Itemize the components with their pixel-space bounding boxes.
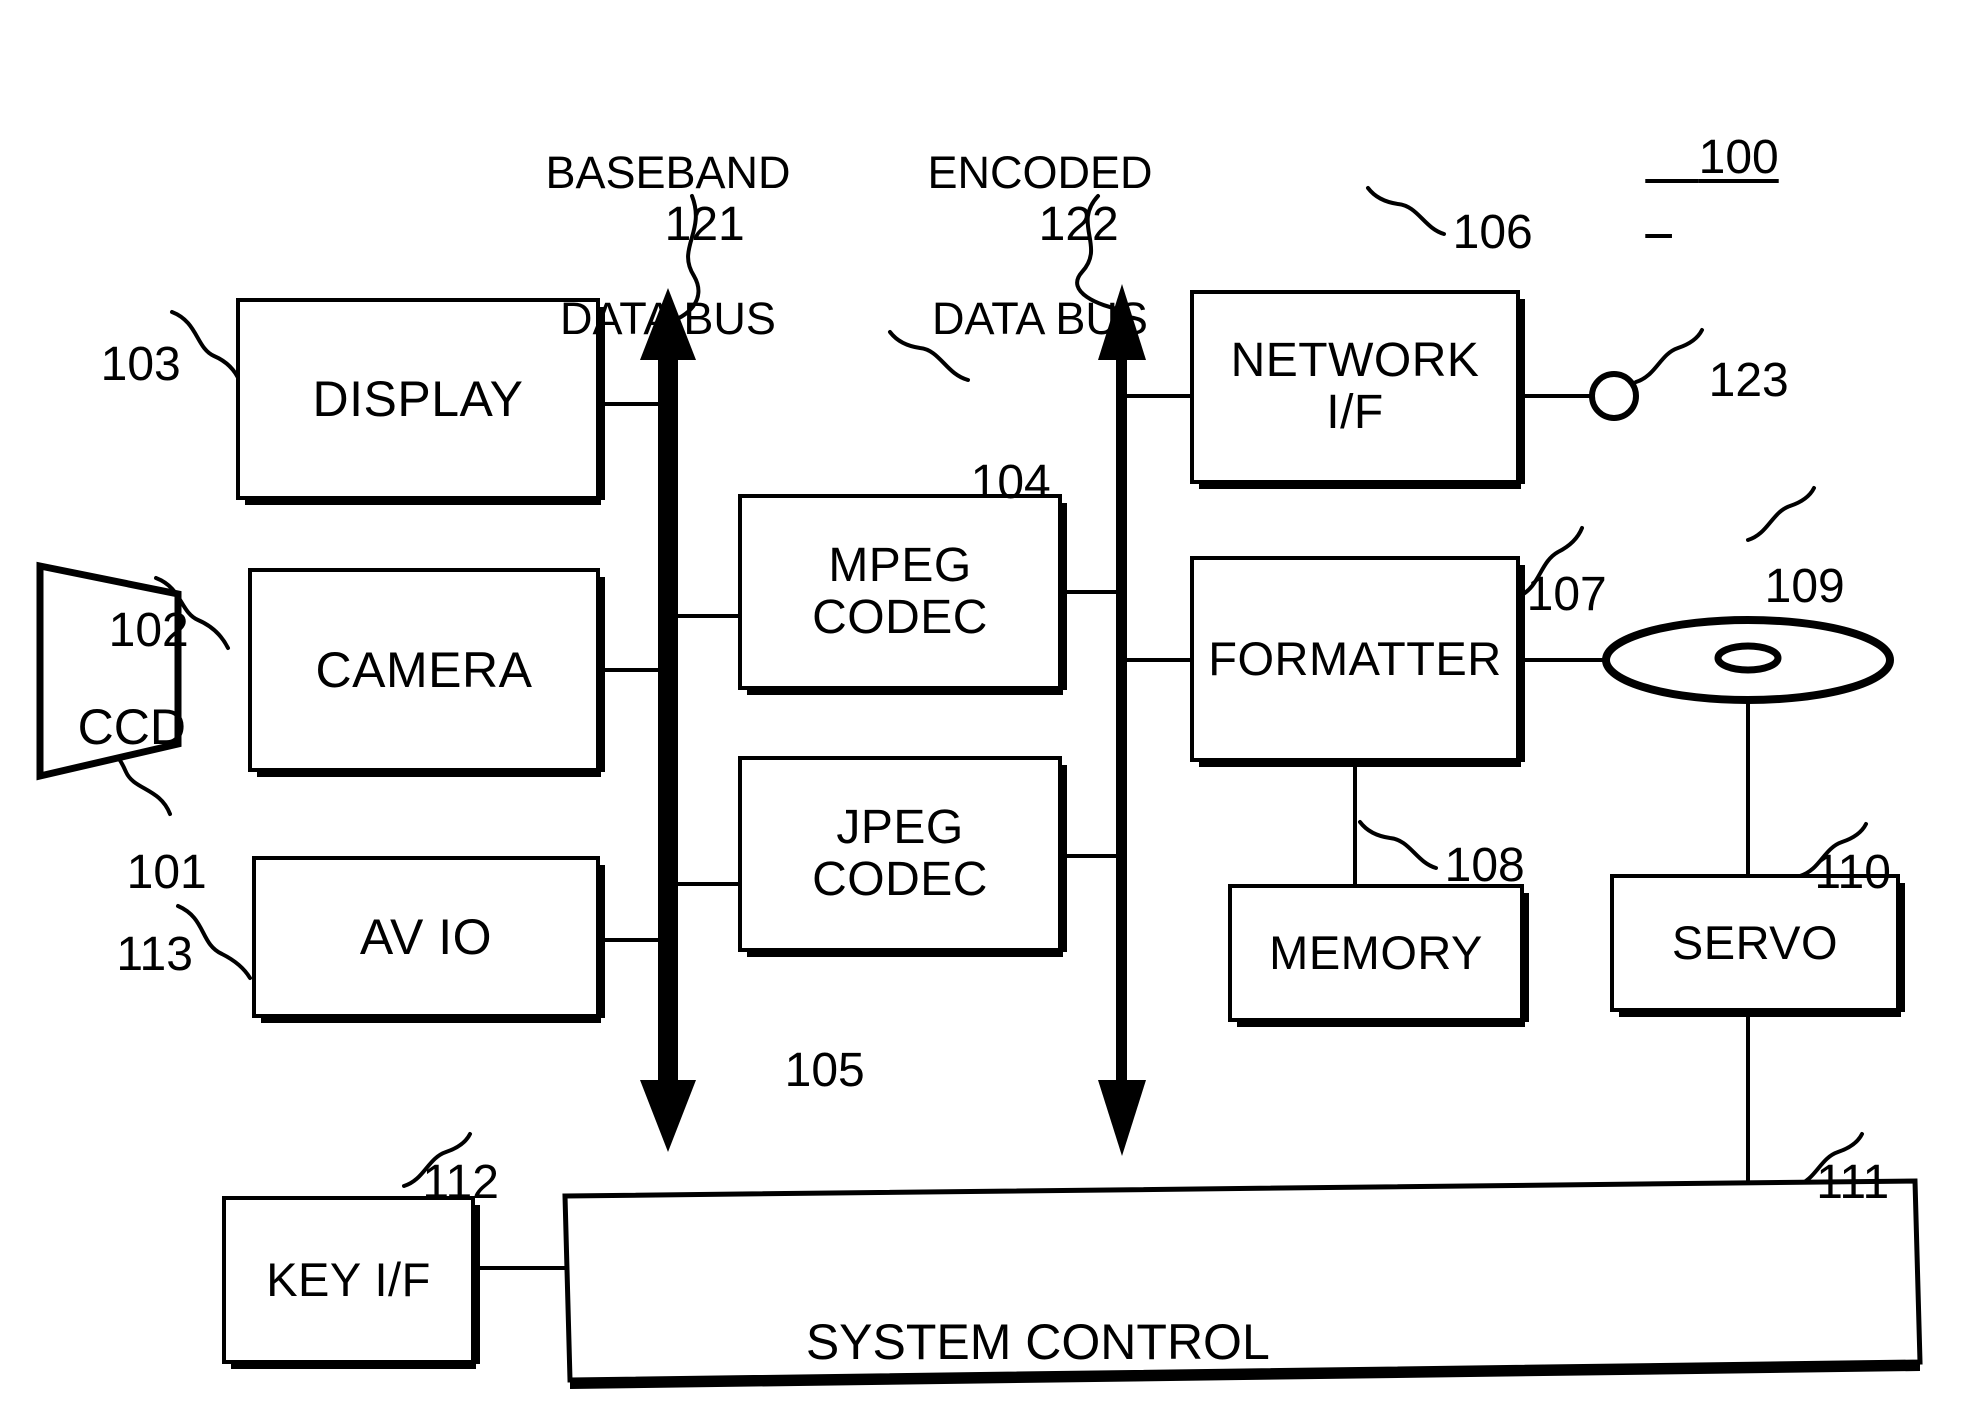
ref-number-112: 112 — [422, 1156, 499, 1209]
ref-number-104: 104 — [970, 456, 1051, 509]
block-network-if[interactable]: NETWORK I/F — [1190, 290, 1525, 489]
ref-number-100: 100 — [1698, 131, 1779, 184]
ref-number-107: 107 — [1526, 568, 1607, 621]
leader-103 — [170, 310, 242, 384]
block-label-system-control: SYSTEM CONTROL — [805, 1314, 1270, 1370]
block-label-camera: CAMERA — [315, 642, 533, 698]
ref-number-102: 102 — [108, 604, 189, 657]
block-label-network-line1: NETWORK — [1230, 334, 1480, 388]
patent-figure: DISPLAY CAMERA AV IO MPEG CODEC JPEG COD… — [0, 0, 1972, 1412]
block-label-formatter: FORMATTER — [1208, 631, 1502, 685]
ref-number-122: 122 — [1038, 198, 1119, 251]
block-av-io[interactable]: AV IO — [252, 856, 605, 1023]
block-camera[interactable]: CAMERA — [248, 568, 605, 777]
block-label-display: DISPLAY — [312, 371, 524, 427]
block-jpeg-codec[interactable]: JPEG CODEC — [738, 756, 1067, 957]
ref-number-105: 105 — [784, 1044, 865, 1097]
ref-number-111: 111 — [1816, 1156, 1890, 1209]
block-label-av-io: AV IO — [359, 909, 493, 965]
ref-number-103: 103 — [100, 338, 181, 391]
ref-number-106: 106 — [1452, 206, 1533, 259]
block-formatter[interactable]: FORMATTER — [1190, 556, 1525, 767]
ref-number-123: 123 — [1708, 354, 1789, 407]
ref-number-108: 108 — [1444, 839, 1525, 892]
network-terminal-circle — [1589, 371, 1639, 421]
block-label-jpeg-line1: JPEG — [836, 801, 964, 855]
ref-number-110: 110 — [1814, 846, 1891, 899]
ref-number-121: 121 — [664, 198, 745, 251]
block-label-network-line2: I/F — [1326, 386, 1384, 439]
block-label-mpeg-line2: CODEC — [812, 591, 988, 644]
block-label-jpeg-line2: CODEC — [812, 853, 988, 906]
ref-number-113: 113 — [116, 928, 193, 981]
ref-number-109: 109 — [1764, 560, 1845, 613]
